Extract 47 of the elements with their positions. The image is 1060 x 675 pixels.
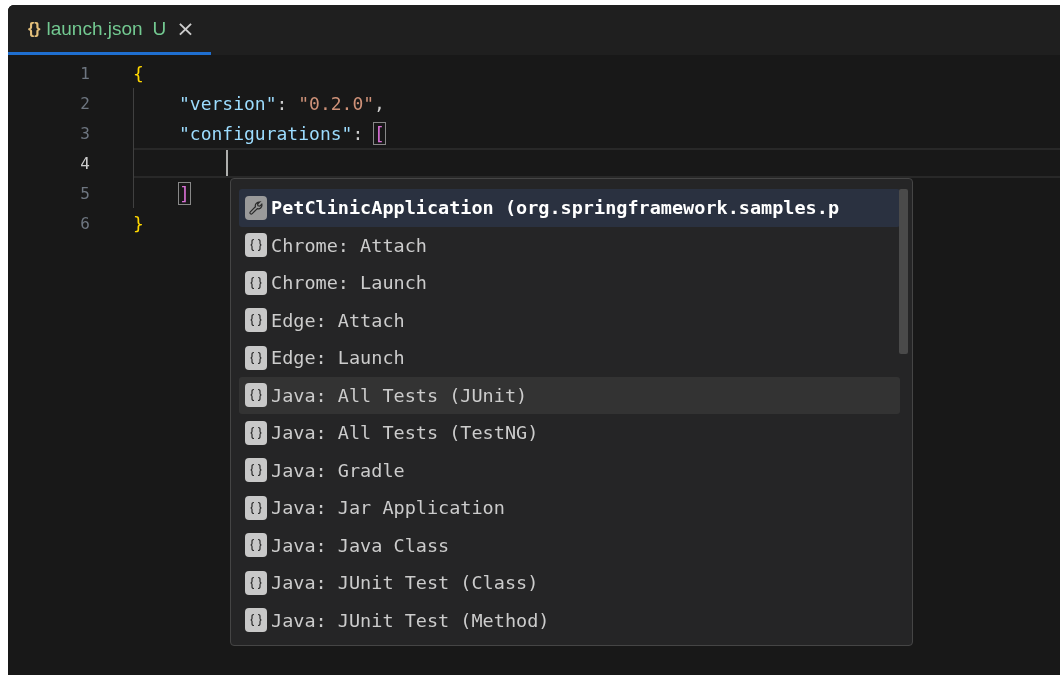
brace-token: { [133,62,144,84]
key-token: "version" [179,92,277,114]
editor-tab[interactable]: {} launch.json U × [8,5,211,55]
punctuation-token: , [374,92,385,114]
suggestion-item[interactable]: Java: Java Class [239,526,900,564]
punctuation-token: : [352,122,365,144]
suggestion-item[interactable]: Java: All Tests (TestNG) [239,414,900,452]
line-number: 3 [79,123,90,143]
suggestion-item[interactable]: Java: Jar Application [239,489,900,527]
braces-icon [245,345,267,370]
braces-icon [245,308,267,333]
suggestion-item[interactable]: Java: JUnit Test (Method) [239,601,900,639]
braces-icon [245,383,267,408]
line-number: 4 [79,153,90,173]
string-token: "0.2.0" [298,92,375,114]
suggestion-item[interactable]: Chrome: Launch [239,264,900,302]
close-button[interactable]: × [172,16,199,41]
braces-icon [245,270,267,295]
suggestion-item[interactable]: Java: All Tests (JUnit) [239,376,900,414]
suggestion-item[interactable]: Edge: Attach [239,301,900,339]
line-number: 6 [79,213,90,233]
line-number: 1 [79,63,90,83]
bracket-token: [ [374,122,385,144]
braces-icon [245,233,267,258]
status-letter: U [152,17,167,40]
json-file-icon: {} [28,19,41,38]
wrench-icon [245,195,267,220]
line-number: 2 [79,93,90,113]
braces-icon [245,458,267,483]
braces-icon [245,533,267,558]
text-cursor [226,150,228,176]
suggestion-item[interactable]: Java: JUnit Test (Class) [239,564,900,602]
brace-token: } [133,212,144,234]
suggestion-item[interactable]: Chrome: Attach [239,226,900,264]
suggestion-item[interactable]: Java: Gradle [239,451,900,489]
suggestion-item[interactable]: Edge: Launch [239,339,900,377]
punctuation-token: : [276,92,289,114]
line-number: 5 [79,183,90,203]
braces-icon [245,608,267,633]
braces-icon [245,495,267,520]
scrollbar-thumb[interactable] [899,189,908,354]
bracket-token: ] [179,182,190,204]
tab-title: launch.json [46,17,143,40]
suggestion-item[interactable]: PetClinicApplication (org.springframework.samples.p [239,189,900,227]
braces-icon [245,570,267,595]
key-token: "configurations" [179,122,353,144]
braces-icon [245,420,267,445]
